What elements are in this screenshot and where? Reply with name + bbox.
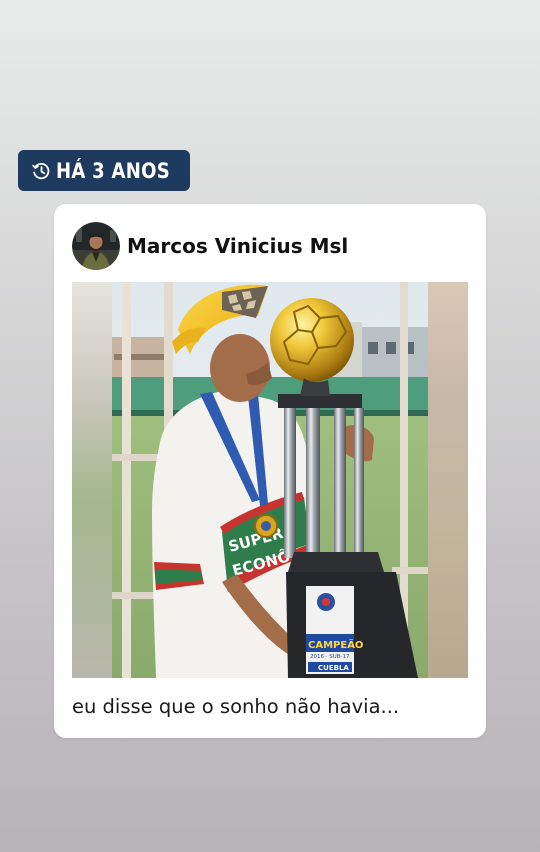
- trophy-plate-brand: CUEBLA: [318, 664, 349, 672]
- avatar[interactable]: [72, 222, 120, 270]
- trophy-plate-year: 2016 · SUB-17: [310, 654, 350, 660]
- trophy-plate-title: CAMPEÃO: [308, 638, 363, 651]
- post-header: Marcos Vinicius Msl: [72, 222, 348, 270]
- author-name[interactable]: Marcos Vinicius Msl: [127, 234, 348, 258]
- post-caption: eu disse que o sonho não havia...: [72, 695, 400, 718]
- history-clock-icon: [31, 161, 51, 181]
- post-photo[interactable]: SUPER ECONÔ CAMPEÃO 2016 · SUB-17 CUEBLA: [72, 282, 468, 678]
- post-card[interactable]: Marcos Vinicius Msl SUPER ECONÔ CAMPEÃO …: [54, 204, 486, 738]
- memory-badge-label: HÁ 3 ANOS: [56, 158, 171, 183]
- memory-badge: HÁ 3 ANOS: [18, 150, 190, 191]
